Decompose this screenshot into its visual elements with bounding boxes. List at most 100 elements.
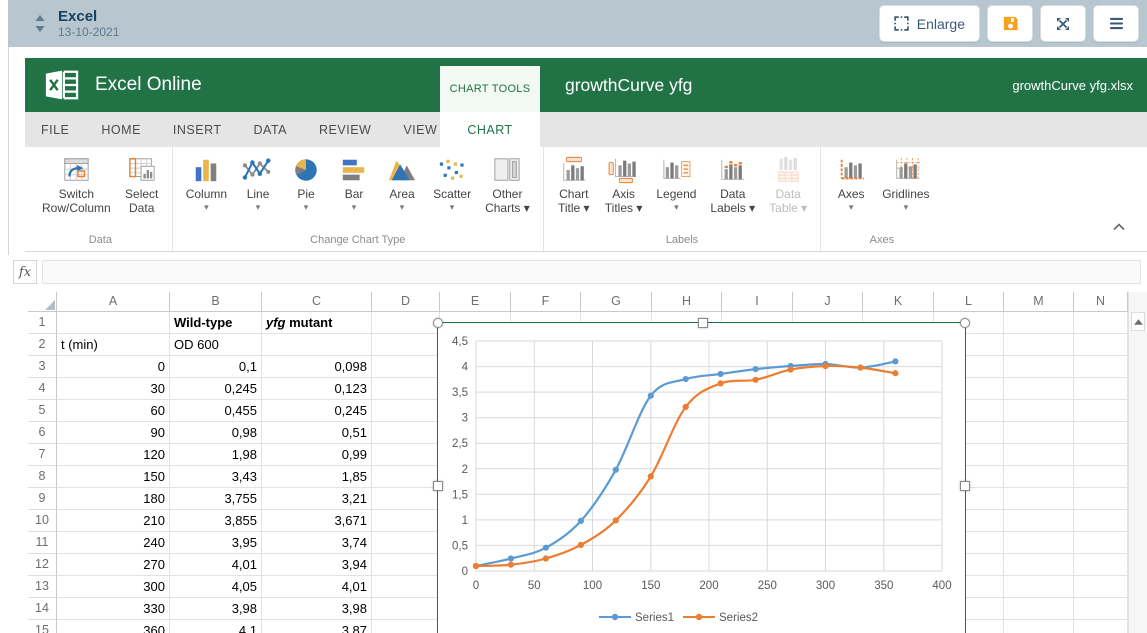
cell-D6[interactable]: [372, 422, 440, 444]
tab-file[interactable]: FILE: [25, 112, 85, 147]
cell-M6[interactable]: [1004, 422, 1074, 444]
cell-C1[interactable]: yfg mutant: [262, 312, 372, 334]
column-header-M[interactable]: M: [1004, 292, 1074, 312]
cell-B5[interactable]: 0,455: [170, 400, 262, 422]
cell-B9[interactable]: 3,755: [170, 488, 262, 510]
cell-M10[interactable]: [1004, 510, 1074, 532]
cell-N9[interactable]: [1074, 488, 1128, 510]
cell-A11[interactable]: 240: [57, 532, 170, 554]
row-header-13[interactable]: 13: [28, 576, 57, 598]
cell-C2[interactable]: [262, 334, 372, 356]
cell-M4[interactable]: [1004, 378, 1074, 400]
row-header-8[interactable]: 8: [28, 466, 57, 488]
cell-B7[interactable]: 1,98: [170, 444, 262, 466]
cell-C7[interactable]: 0,99: [262, 444, 372, 466]
column-header-F[interactable]: F: [511, 292, 581, 312]
cell-M2[interactable]: [1004, 334, 1074, 356]
cell-A12[interactable]: 270: [57, 554, 170, 576]
cell-B14[interactable]: 3,98: [170, 598, 262, 620]
ribbon-button-area[interactable]: Area▾: [378, 153, 426, 213]
tab-insert[interactable]: INSERT: [157, 112, 238, 147]
ribbon-button-axes[interactable]: Axes▾: [827, 153, 875, 213]
column-header-H[interactable]: H: [652, 292, 722, 312]
chart-resize-handle-top-middle[interactable]: [698, 318, 708, 328]
cell-N14[interactable]: [1074, 598, 1128, 620]
cell-B10[interactable]: 3,855: [170, 510, 262, 532]
cell-N4[interactable]: [1074, 378, 1128, 400]
cell-C15[interactable]: 3,87: [262, 620, 372, 633]
cell-M15[interactable]: [1004, 620, 1074, 633]
column-header-N[interactable]: N: [1074, 292, 1128, 312]
cell-C6[interactable]: 0,51: [262, 422, 372, 444]
row-header-14[interactable]: 14: [28, 598, 57, 620]
column-header-K[interactable]: K: [863, 292, 934, 312]
row-header-15[interactable]: 15: [28, 620, 57, 633]
column-header-I[interactable]: I: [722, 292, 793, 312]
cell-M12[interactable]: [1004, 554, 1074, 576]
cell-N1[interactable]: [1074, 312, 1128, 334]
cell-M1[interactable]: [1004, 312, 1074, 334]
cell-M8[interactable]: [1004, 466, 1074, 488]
cell-D9[interactable]: [372, 488, 440, 510]
cell-B2[interactable]: OD 600: [170, 334, 262, 356]
chart-resize-handle-top-right[interactable]: [960, 318, 970, 328]
cell-D15[interactable]: [372, 620, 440, 633]
ribbon-button-data-labels[interactable]: DataLabels ▾: [703, 153, 762, 216]
cell-A6[interactable]: 90: [57, 422, 170, 444]
embedded-chart[interactable]: 00,511,522,533,544,505010015020025030035…: [437, 322, 966, 633]
cell-C12[interactable]: 3,94: [262, 554, 372, 576]
row-header-2[interactable]: 2: [28, 334, 57, 356]
chart-resize-handle-middle-left[interactable]: [433, 481, 443, 491]
chart-resize-handle-middle-right[interactable]: [960, 481, 970, 491]
cell-B12[interactable]: 4,01: [170, 554, 262, 576]
cell-N12[interactable]: [1074, 554, 1128, 576]
column-header-J[interactable]: J: [793, 292, 863, 312]
cell-B13[interactable]: 4,05: [170, 576, 262, 598]
cell-N2[interactable]: [1074, 334, 1128, 356]
cell-A14[interactable]: 330: [57, 598, 170, 620]
cell-B8[interactable]: 3,43: [170, 466, 262, 488]
cell-N5[interactable]: [1074, 400, 1128, 422]
tab-data[interactable]: DATA: [238, 112, 303, 147]
scroll-up-button[interactable]: [1131, 312, 1145, 331]
cell-C11[interactable]: 3,74: [262, 532, 372, 554]
ribbon-button-switch-row-column[interactable]: SwitchRow/Column: [35, 153, 118, 216]
cell-D12[interactable]: [372, 554, 440, 576]
cell-C5[interactable]: 0,245: [262, 400, 372, 422]
fx-button[interactable]: fx: [13, 260, 37, 284]
tab-chart[interactable]: CHART: [440, 112, 540, 147]
ribbon-button-chart-title[interactable]: ChartTitle ▾: [550, 153, 598, 216]
column-header-B[interactable]: B: [170, 292, 262, 312]
column-header-D[interactable]: D: [372, 292, 440, 312]
ribbon-button-line[interactable]: Line▾: [234, 153, 282, 213]
cell-N10[interactable]: [1074, 510, 1128, 532]
cell-B15[interactable]: 4,1: [170, 620, 262, 633]
row-header-12[interactable]: 12: [28, 554, 57, 576]
column-header-A[interactable]: A: [57, 292, 170, 312]
enlarge-button[interactable]: Enlarge: [879, 5, 980, 42]
chart-resize-handle-top-left[interactable]: [433, 318, 443, 328]
cell-B3[interactable]: 0,1: [170, 356, 262, 378]
row-header-9[interactable]: 9: [28, 488, 57, 510]
cell-C8[interactable]: 1,85: [262, 466, 372, 488]
save-button[interactable]: [987, 5, 1033, 42]
cell-D7[interactable]: [372, 444, 440, 466]
ribbon-button-bar[interactable]: Bar▾: [330, 153, 378, 213]
row-header-4[interactable]: 4: [28, 378, 57, 400]
cell-C13[interactable]: 4,01: [262, 576, 372, 598]
cell-A10[interactable]: 210: [57, 510, 170, 532]
cell-N7[interactable]: [1074, 444, 1128, 466]
tab-review[interactable]: REVIEW: [303, 112, 387, 147]
cell-A9[interactable]: 180: [57, 488, 170, 510]
expand-button[interactable]: [1040, 5, 1086, 42]
row-header-5[interactable]: 5: [28, 400, 57, 422]
formula-input[interactable]: [42, 260, 1141, 284]
row-header-6[interactable]: 6: [28, 422, 57, 444]
column-header-C[interactable]: C: [262, 292, 372, 312]
cell-M3[interactable]: [1004, 356, 1074, 378]
menu-button[interactable]: [1093, 5, 1139, 42]
ribbon-button-scatter[interactable]: Scatter▾: [426, 153, 478, 213]
vertical-scrollbar[interactable]: [1128, 292, 1147, 633]
cell-B1[interactable]: Wild-type: [170, 312, 262, 334]
cell-N8[interactable]: [1074, 466, 1128, 488]
